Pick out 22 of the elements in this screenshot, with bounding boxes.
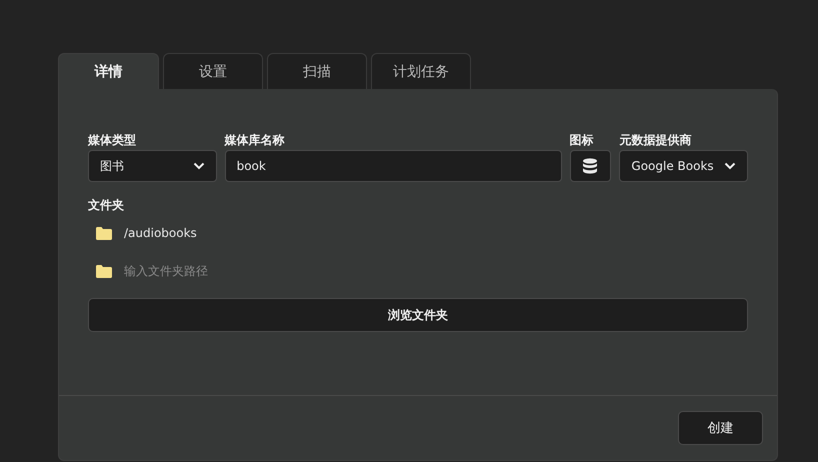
tab[interactable]: 设置: [163, 53, 263, 89]
tab[interactable]: 详情: [58, 53, 159, 89]
folder-icon: [96, 226, 112, 240]
folder-path-field[interactable]: 输入文件夹路径: [124, 264, 424, 278]
chevron-down-icon: [192, 162, 205, 170]
field-label: 媒体类型: [88, 133, 136, 147]
metadata-provider-dropdown[interactable]: Google Books: [619, 150, 748, 182]
field-label: 元数据提供商: [619, 133, 692, 147]
icon-picker-button[interactable]: [570, 150, 612, 182]
folder-icon: [96, 264, 112, 278]
tab[interactable]: 扫描: [267, 53, 367, 89]
media-type-dropdown[interactable]: 图书: [88, 150, 217, 182]
folder-path: /audiobooks: [124, 226, 197, 240]
section-label: 文件夹: [88, 198, 124, 212]
browse-folders-button[interactable]: 浏览文件夹: [88, 298, 748, 332]
chevron-down-icon: [724, 162, 736, 170]
library-name-field[interactable]: book: [224, 150, 562, 182]
database-icon: [583, 158, 598, 174]
field-label: 图标: [570, 133, 594, 147]
field-label: 媒体库名称: [224, 133, 285, 147]
tab[interactable]: 计划任务: [371, 53, 471, 89]
create-button[interactable]: 创建: [678, 411, 763, 445]
